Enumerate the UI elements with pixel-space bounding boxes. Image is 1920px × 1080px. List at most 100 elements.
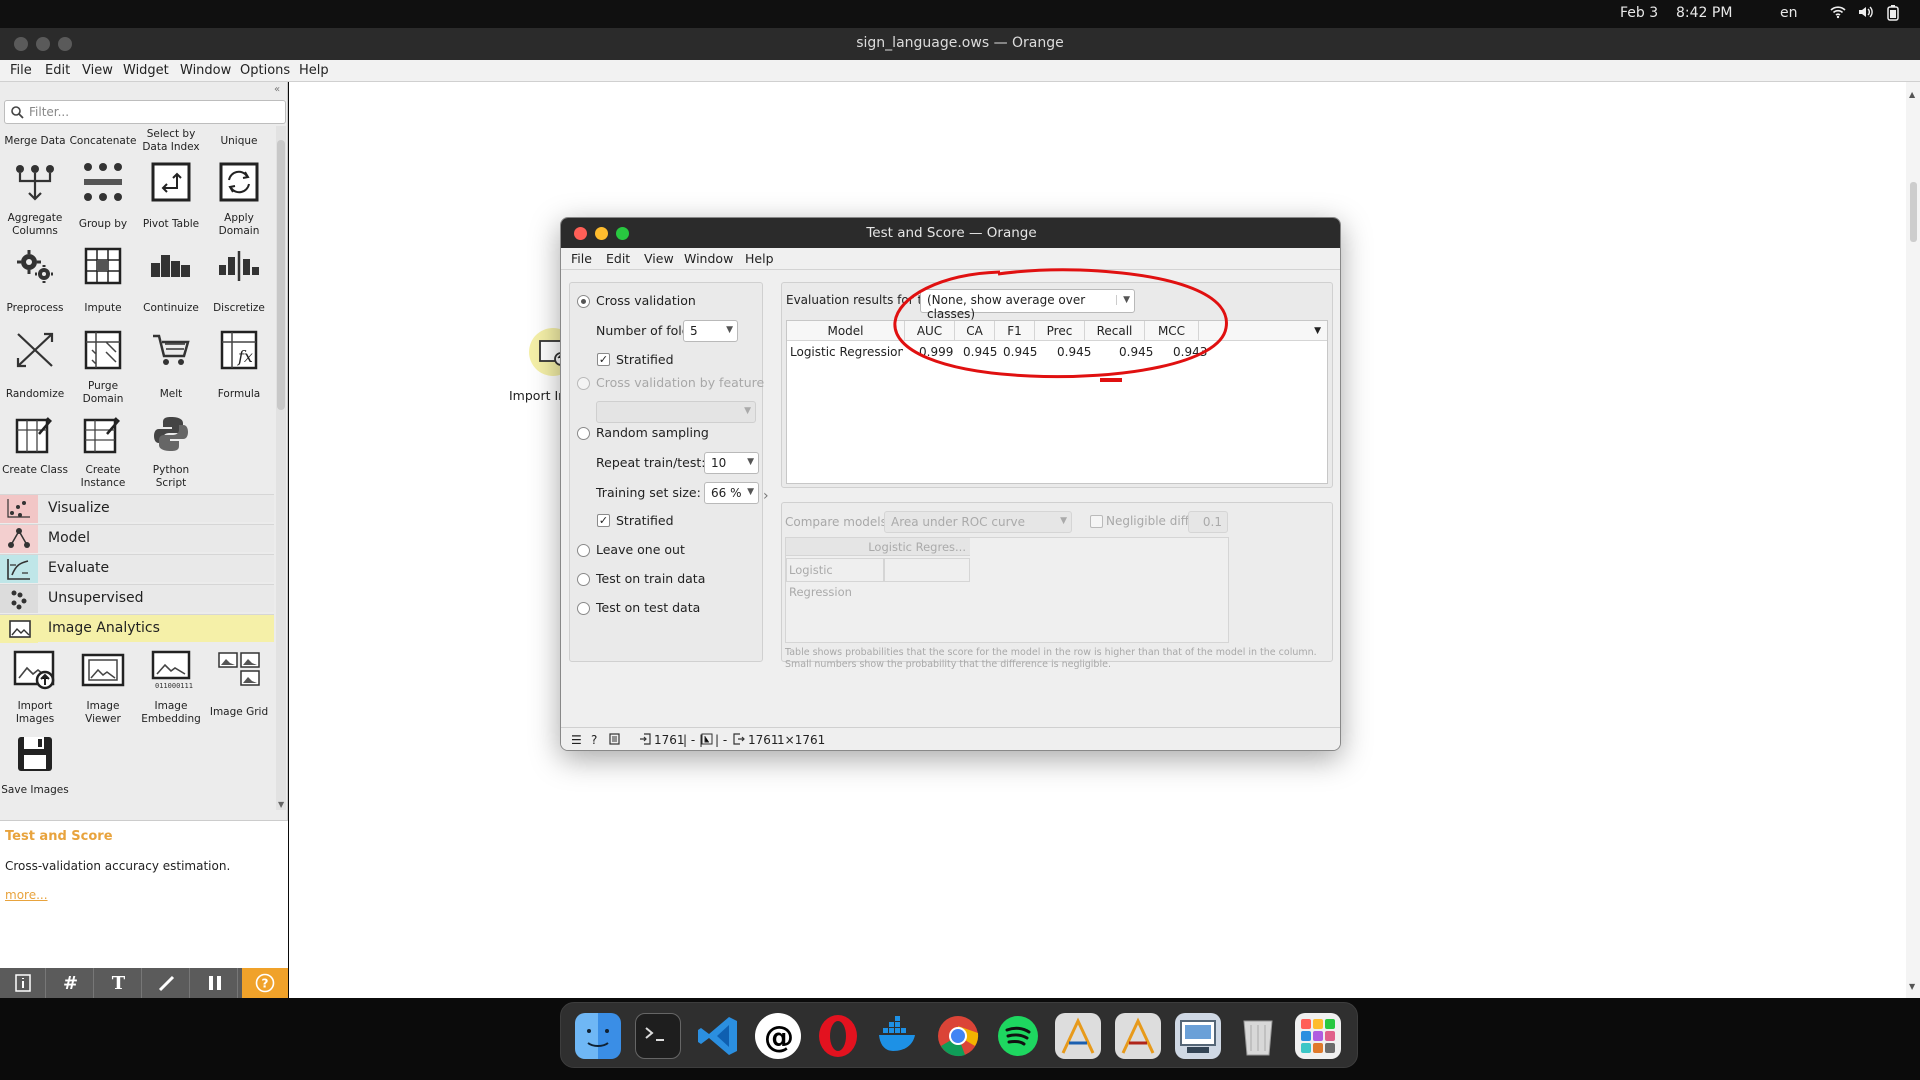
report-icon[interactable] (609, 733, 620, 748)
pause-icon[interactable] (192, 968, 238, 998)
widget-discretize[interactable]: Discretize (205, 246, 273, 318)
category-visualize[interactable]: Visualize (0, 494, 274, 523)
terminal-icon[interactable] (635, 1013, 681, 1059)
widget-image-grid[interactable]: Image Grid (205, 650, 273, 730)
widget-preprocess[interactable]: Preprocess (1, 246, 69, 318)
stratified-checkbox[interactable]: ✓ (597, 353, 610, 366)
tsw-menu-view[interactable]: View (644, 251, 674, 266)
menu-options[interactable]: Options (240, 63, 290, 78)
text-annotation-icon[interactable]: T (96, 968, 142, 998)
random-sampling-radio[interactable] (577, 427, 590, 440)
cv-by-feature-radio[interactable] (577, 377, 590, 390)
cross-validation-radio[interactable] (577, 295, 590, 308)
system-time[interactable]: 8:42 PM (1676, 5, 1732, 21)
widget-create-instance[interactable]: Create Instance (69, 414, 137, 494)
finder-icon[interactable] (575, 1013, 621, 1059)
stratified-label: Stratified (616, 352, 674, 367)
widget-apply-domain[interactable]: Apply Domain (205, 162, 273, 242)
info-toggle-icon[interactable] (0, 968, 46, 998)
output-shape: 1×1761 (777, 733, 826, 747)
negligible-checkbox[interactable] (1090, 515, 1103, 528)
repeat-select[interactable]: 10 ▼ (704, 452, 759, 474)
collapse-sidebar-icon[interactable]: « (274, 84, 280, 95)
widget-melt[interactable]: Melt (137, 330, 205, 402)
sidebar-scrollbar[interactable] (276, 126, 286, 810)
leave-one-out-radio[interactable] (577, 544, 590, 557)
vscode-icon[interactable] (695, 1013, 741, 1059)
negligible-input[interactable]: 0.1 (1188, 511, 1228, 533)
test-on-train-radio[interactable] (577, 573, 590, 586)
battery-icon[interactable] (1886, 5, 1900, 25)
widget-unique[interactable]: Unique (205, 135, 273, 148)
widget-aggregate-columns[interactable]: Aggregate Columns (1, 162, 69, 242)
grid-icon[interactable]: # (48, 968, 94, 998)
info-more-link[interactable]: more... (5, 888, 48, 902)
sidebar-scroll-thumb[interactable] (277, 140, 285, 410)
trash-icon[interactable] (1235, 1013, 1281, 1059)
question-icon[interactable]: ? (591, 733, 597, 747)
menu-file[interactable]: File (10, 63, 32, 78)
app-builder-icon[interactable] (1115, 1013, 1161, 1059)
chrome-icon[interactable] (935, 1013, 981, 1059)
widget-randomize[interactable]: Randomize (1, 330, 69, 402)
help-icon[interactable]: ? (242, 968, 288, 998)
widget-select-by-data-index[interactable]: Select by Data Index (137, 128, 205, 154)
arrow-annotation-icon[interactable] (144, 968, 190, 998)
opera-icon[interactable] (815, 1013, 861, 1059)
category-evaluate[interactable]: Evaluate (0, 554, 274, 583)
menu-help[interactable]: Help (299, 63, 329, 78)
train-size-select[interactable]: 66 % ▼ (704, 482, 759, 504)
widget-create-class[interactable]: Create Class (1, 414, 69, 494)
language-indicator[interactable]: en (1780, 5, 1798, 21)
widget-filter-input[interactable]: Filter... (4, 100, 286, 124)
menu-window[interactable]: Window (180, 63, 231, 78)
menu-icon[interactable]: ☰ (571, 733, 582, 747)
tsw-menu-edit[interactable]: Edit (606, 251, 630, 266)
stratified2-checkbox[interactable]: ✓ (597, 514, 610, 527)
spotify-icon[interactable] (995, 1013, 1041, 1059)
cart-icon (148, 330, 194, 370)
feature-select[interactable]: ▼ (596, 401, 756, 423)
canvas-scrollbar[interactable]: ▲ ▼ (1906, 82, 1920, 998)
widget-merge-data[interactable]: Merge Data (1, 135, 69, 148)
instruments-icon[interactable] (1055, 1013, 1101, 1059)
wifi-icon[interactable] (1830, 5, 1846, 23)
tsw-menu-help[interactable]: Help (745, 251, 774, 266)
expand-arrow-icon[interactable]: › (763, 488, 769, 504)
gears-icon (12, 246, 58, 286)
tsw-menu-window[interactable]: Window (684, 251, 733, 266)
widget-impute[interactable]: Impute (69, 246, 137, 318)
volume-icon[interactable] (1858, 5, 1874, 23)
system-date[interactable]: Feb 3 (1620, 5, 1658, 21)
widget-concatenate[interactable]: Concatenate (69, 135, 137, 148)
preview-icon[interactable] (1175, 1013, 1221, 1059)
widget-continuize[interactable]: Continuize (137, 246, 205, 318)
compare-col-header[interactable]: Logistic Regres... (786, 538, 970, 556)
category-model[interactable]: Model (0, 524, 274, 553)
widget-image-embedding[interactable]: 011000111 Image Embedding (137, 650, 205, 730)
canvas-scroll-thumb[interactable] (1910, 182, 1917, 242)
widget-purge-domain[interactable]: Purge Domain (69, 330, 137, 408)
tsw-menu-file[interactable]: File (571, 251, 592, 266)
menu-widget[interactable]: Widget (123, 63, 169, 78)
compare-row-header[interactable]: Logistic Regression (786, 558, 884, 599)
compare-select[interactable]: Area under ROC curve ▼ (884, 511, 1072, 533)
category-unsupervised[interactable]: Unsupervised (0, 584, 274, 613)
sidebar-scroll-down-icon[interactable]: ▼ (278, 800, 284, 809)
test-on-test-radio[interactable] (577, 602, 590, 615)
widget-group-by[interactable]: Group by (69, 162, 137, 242)
widget-save-images[interactable]: Save Images (1, 734, 69, 814)
widget-image-viewer[interactable]: Image Viewer (69, 650, 137, 730)
folds-select[interactable]: 5 ▼ (683, 320, 738, 342)
widget-pivot-table[interactable]: Pivot Table (137, 162, 205, 242)
window-titlebar: sign_language.ows — Orange (0, 28, 1920, 60)
widget-import-images[interactable]: Import Images (1, 650, 69, 730)
menu-view[interactable]: View (82, 63, 113, 78)
category-image-analytics[interactable]: Image Analytics (0, 614, 274, 643)
widget-python-script[interactable]: Python Script (137, 414, 205, 494)
launchpad-icon[interactable] (1295, 1013, 1341, 1059)
threads-icon[interactable]: @ (755, 1013, 801, 1059)
widget-formula[interactable]: fx Formula (205, 330, 273, 402)
menu-edit[interactable]: Edit (45, 63, 70, 78)
docker-icon[interactable] (875, 1013, 921, 1059)
